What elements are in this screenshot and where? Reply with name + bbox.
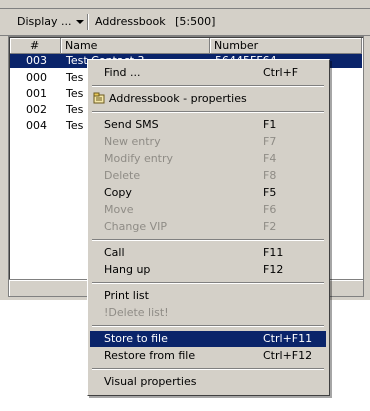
menu-separator <box>92 325 324 327</box>
toolbar-separator <box>87 14 88 30</box>
menu-item-delete: Delete F8 <box>104 169 277 182</box>
menu-item-print-list[interactable]: Print list <box>90 288 326 304</box>
entry-count: [5:500] <box>175 15 216 28</box>
menu-item-copy[interactable]: Copy F5 <box>90 185 326 201</box>
row-index: 004 <box>26 119 47 132</box>
row-name: Tes <box>66 119 84 132</box>
menu-separator <box>92 85 324 87</box>
menu-separator <box>92 111 324 113</box>
column-header-index[interactable]: # <box>10 38 61 54</box>
menu-item-change-vip: Change VIP F2 <box>104 220 277 233</box>
menu-item-visual-properties[interactable]: Visual properties <box>90 374 326 390</box>
row-index: 003 <box>26 54 47 67</box>
menu-item-move: Move F6 <box>104 203 277 216</box>
row-index: 001 <box>26 87 47 100</box>
context-menu: Find ... Ctrl+F Addressbook - properties… <box>87 59 330 396</box>
row-name: Tes <box>66 87 84 100</box>
column-header-name[interactable]: Name <box>61 38 210 54</box>
display-dropdown-label: Display ... <box>17 15 72 28</box>
menu-item-call[interactable]: Call F11 <box>90 245 326 261</box>
menu-item-addressbook-properties[interactable]: Addressbook - properties <box>90 91 326 107</box>
menu-item-new-entry: New entry F7 <box>104 135 277 148</box>
display-dropdown[interactable]: Display ... <box>17 15 84 28</box>
menu-item-modify-entry: Modify entry F4 <box>104 152 277 165</box>
addressbook-label: Addressbook <box>95 15 166 28</box>
column-header-number[interactable]: Number <box>210 38 362 54</box>
menu-separator <box>92 282 324 284</box>
window-top-edge <box>0 0 370 9</box>
menu-separator <box>92 368 324 370</box>
chevron-down-icon <box>75 20 84 24</box>
row-index: 002 <box>26 103 47 116</box>
row-index: 000 <box>26 71 47 84</box>
menu-item-send-sms[interactable]: Send SMS F1 <box>90 117 326 133</box>
menu-item-delete-list: !Delete list! <box>104 306 169 319</box>
menu-item-hang-up[interactable]: Hang up F12 <box>90 262 326 278</box>
row-name: Tes <box>66 103 84 116</box>
properties-icon <box>93 92 105 104</box>
menu-item-restore-from-file[interactable]: Restore from file Ctrl+F12 <box>90 348 326 364</box>
row-name: Tes <box>66 71 84 84</box>
menu-item-store-to-file[interactable]: Store to file Ctrl+F11 <box>90 331 326 347</box>
menu-item-find[interactable]: Find ... Ctrl+F <box>90 65 326 81</box>
menu-separator <box>92 239 324 241</box>
addressbook-title: Addressbook [5:500] <box>95 15 215 28</box>
toolbar: Display ... Addressbook [5:500] <box>0 9 370 36</box>
